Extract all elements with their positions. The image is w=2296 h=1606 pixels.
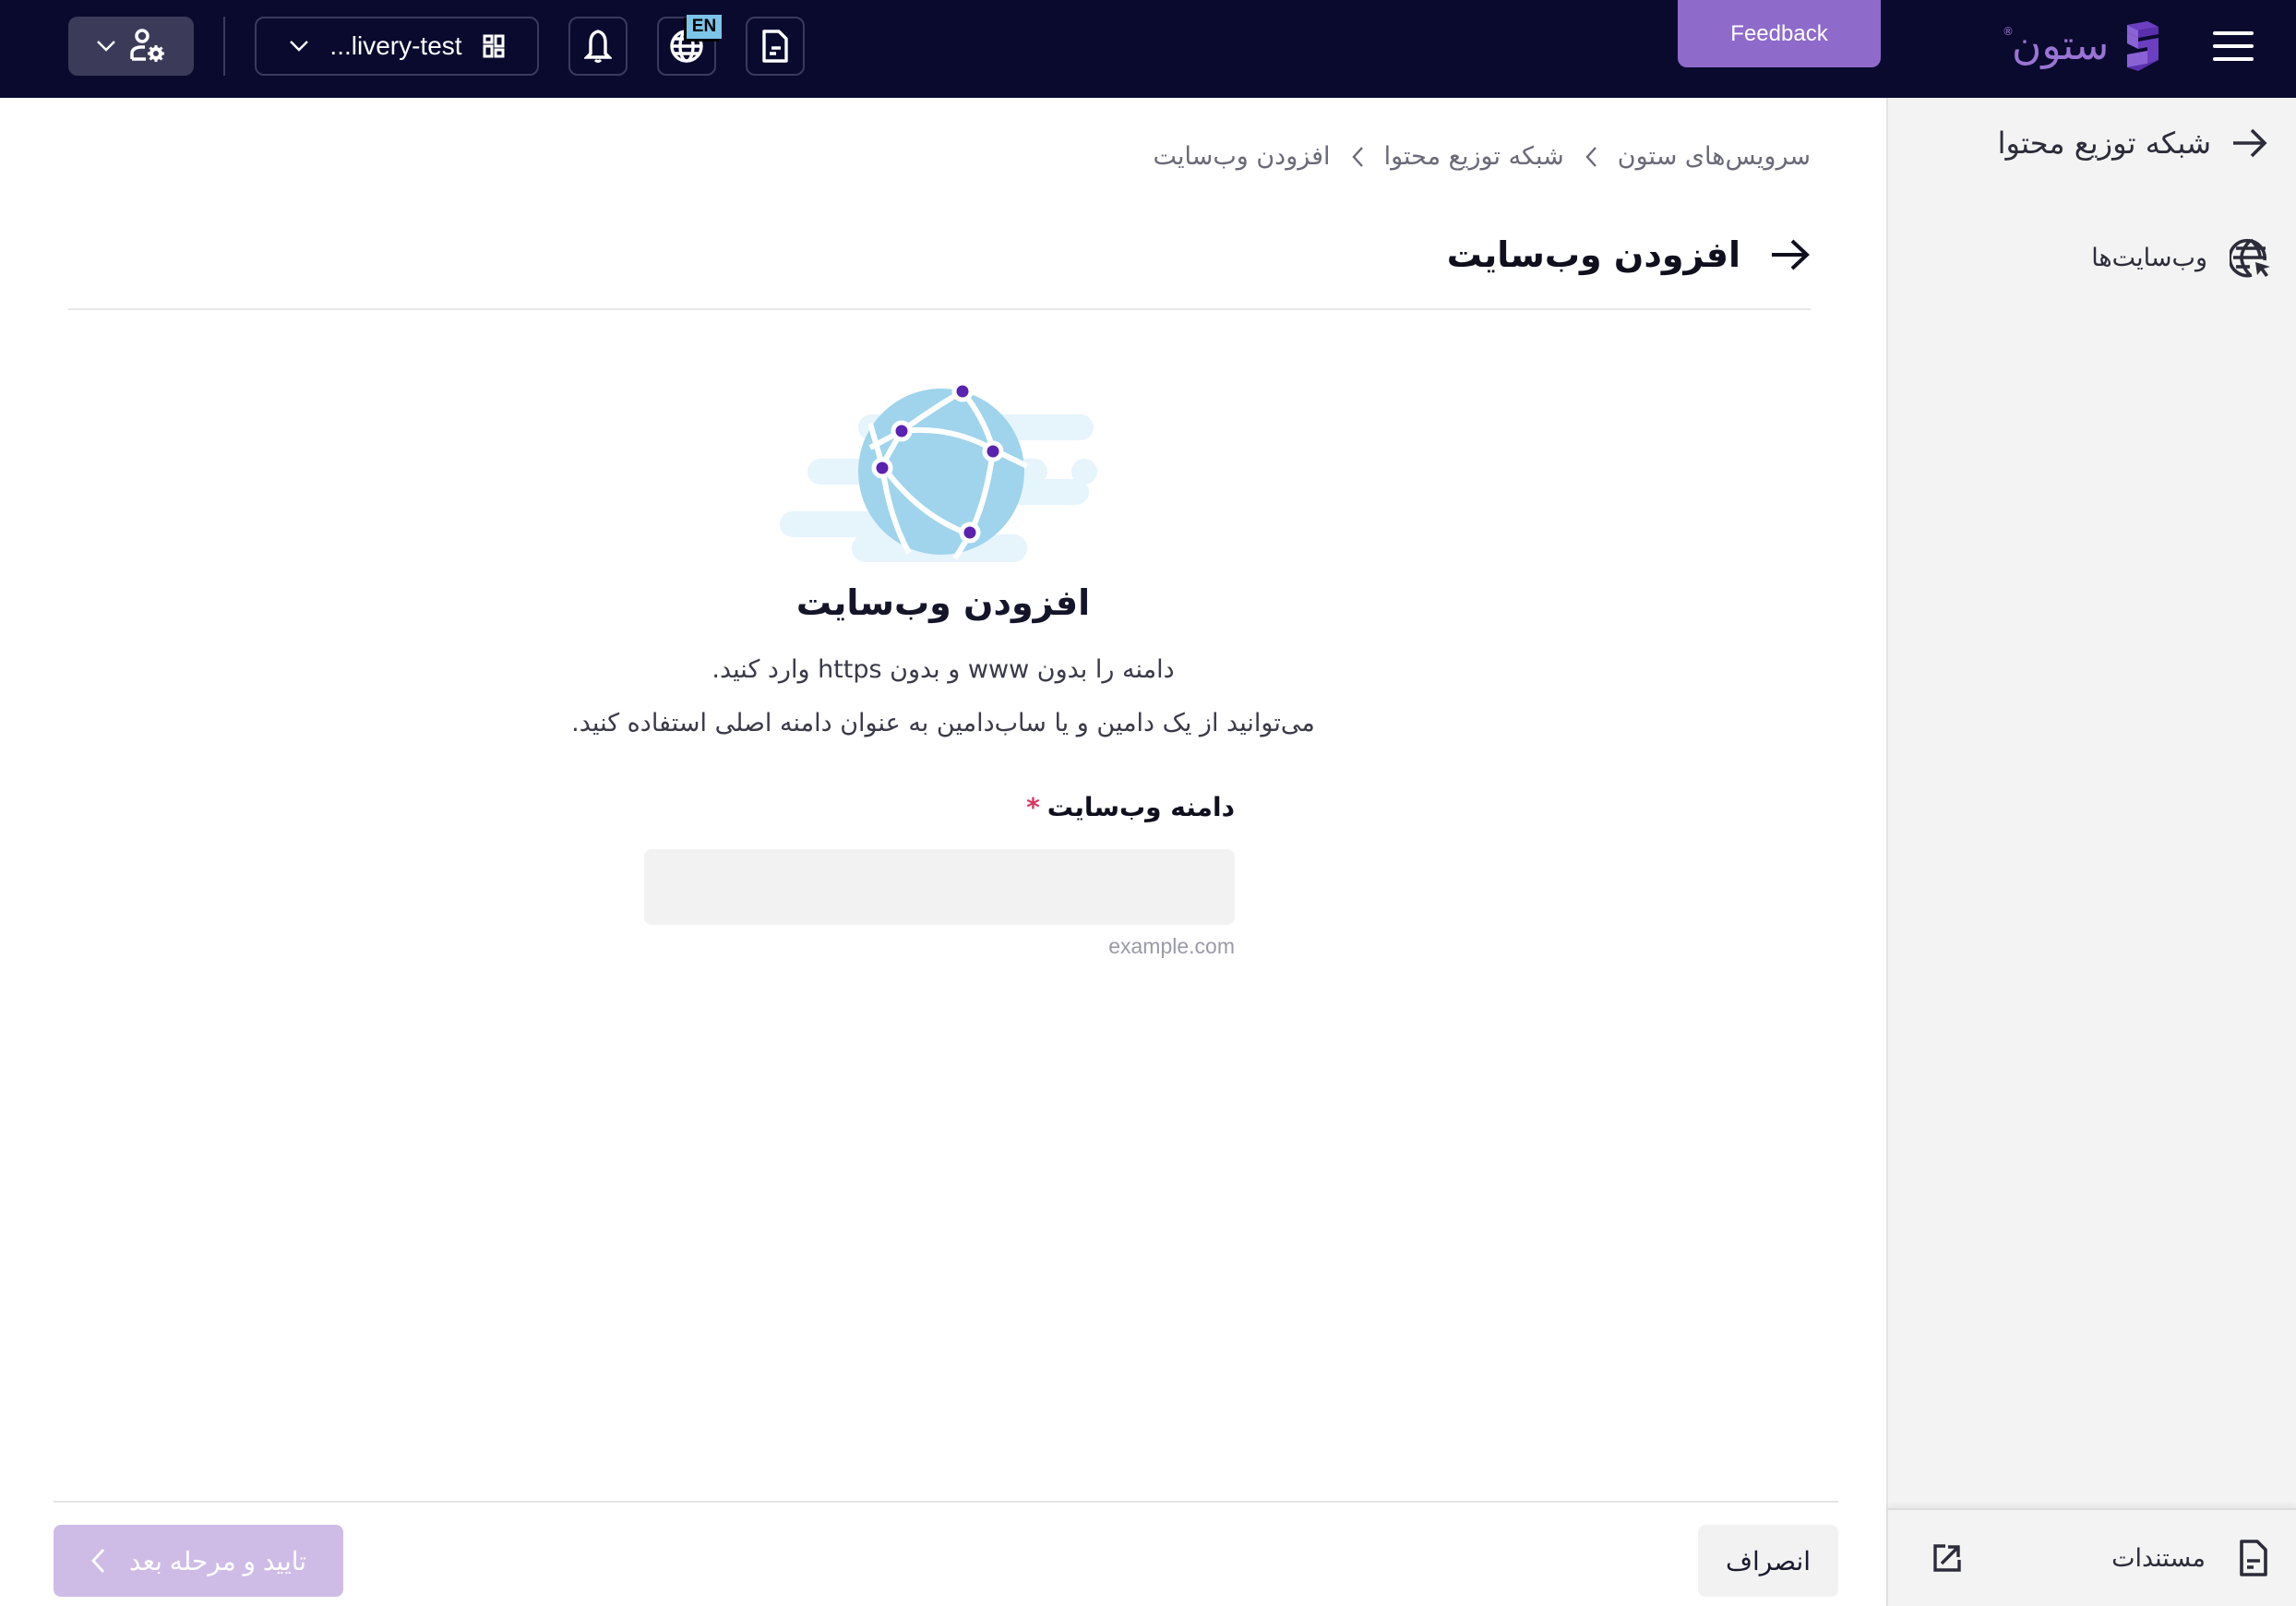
header-divider [223,17,225,76]
cancel-button[interactable]: انصراف [1698,1525,1838,1597]
hamburger-icon-line [2213,44,2254,48]
language-badge: EN [687,15,722,39]
sidebar-item-label: وب‌سایت‌ها [2091,243,2207,272]
page-title: افزودن وب‌سایت [1446,234,1740,275]
sidebar-title: شبکه توزیع محتوا [1997,126,2211,161]
breadcrumb: سرویس‌های ستون شبکه توزیع محتوا افزودن و… [1153,142,1811,171]
account-menu-button[interactable] [68,17,194,76]
document-icon [762,30,788,63]
sidebar: شبکه توزیع محتوا وب‌سایت‌ها مستندات [1886,98,2296,1606]
project-selector-value: ...livery-test [329,31,462,60]
confirm-next-button[interactable]: تایید و مرحله بعد [54,1525,343,1597]
sidebar-back-title[interactable]: شبکه توزیع محتوا [1998,126,2268,161]
footer-divider [54,1501,1838,1503]
arrow-right-icon [2233,128,2267,158]
domain-field-label: دامنه وب‌سایت* [1026,792,1235,822]
chevron-left-icon [91,1549,104,1573]
sidebar-item-websites[interactable]: وب‌سایت‌ها [2091,236,2272,279]
hamburger-icon-line [2213,31,2254,35]
globe-cursor-icon [2230,238,2270,278]
chevron-down-icon [97,41,115,52]
globe-network-illustration [780,380,1097,562]
domain-field-hint: example.com [1108,934,1235,958]
external-link-icon [1933,1544,1961,1572]
required-mark: * [1026,792,1040,822]
breadcrumb-item[interactable]: سرویس‌های ستون [1618,142,1811,171]
feedback-button[interactable]: Feedback [1678,0,1881,67]
hero-description-line: دامنه را بدون www و بدون https وارد کنید… [712,655,1175,684]
domain-input[interactable] [644,849,1235,925]
logo-mark-icon [2127,21,2159,71]
chevron-left-icon [1351,146,1363,167]
breadcrumb-current: افزودن وب‌سایت [1153,142,1331,171]
project-selector[interactable]: ...livery-test [255,17,539,76]
bell-icon [584,30,612,63]
title-divider [68,308,1811,310]
sidebar-docs-link[interactable]: مستندات [1888,1508,2296,1606]
top-header: ...livery-test EN Feedback ® ستون [0,0,2296,98]
hamburger-icon-line [2213,57,2254,61]
page-header: افزودن وب‌سایت [1447,234,1811,275]
domain-field-label-text: دامنه وب‌سایت [1046,792,1235,822]
dashboard-icon [483,34,505,58]
hero-description-line: می‌توانید از یک دامین و یا ساب‌دامین به … [571,709,1315,737]
docs-button[interactable] [746,17,805,76]
notifications-button[interactable] [568,17,628,76]
confirm-next-label: تایید و مرحله بعد [128,1546,307,1576]
logo[interactable]: ® ستون [2003,18,2159,74]
sidebar-docs-label: مستندات [2111,1543,2206,1573]
logo-text: ® ستون [2003,26,2109,66]
back-arrow-icon[interactable] [1770,238,1811,271]
document-icon [2240,1540,2267,1576]
breadcrumb-item[interactable]: شبکه توزیع محتوا [1384,142,1564,171]
menu-button[interactable] [2213,31,2254,61]
chevron-left-icon [1585,146,1596,167]
hero-heading: افزودن وب‌سایت [795,582,1091,623]
user-settings-icon [130,29,164,62]
main-content: سرویس‌های ستون شبکه توزیع محتوا افزودن و… [0,98,1886,1606]
registered-mark: ® [2003,25,2014,38]
chevron-down-icon [290,41,309,52]
logo-wordmark: ستون [2012,22,2110,69]
